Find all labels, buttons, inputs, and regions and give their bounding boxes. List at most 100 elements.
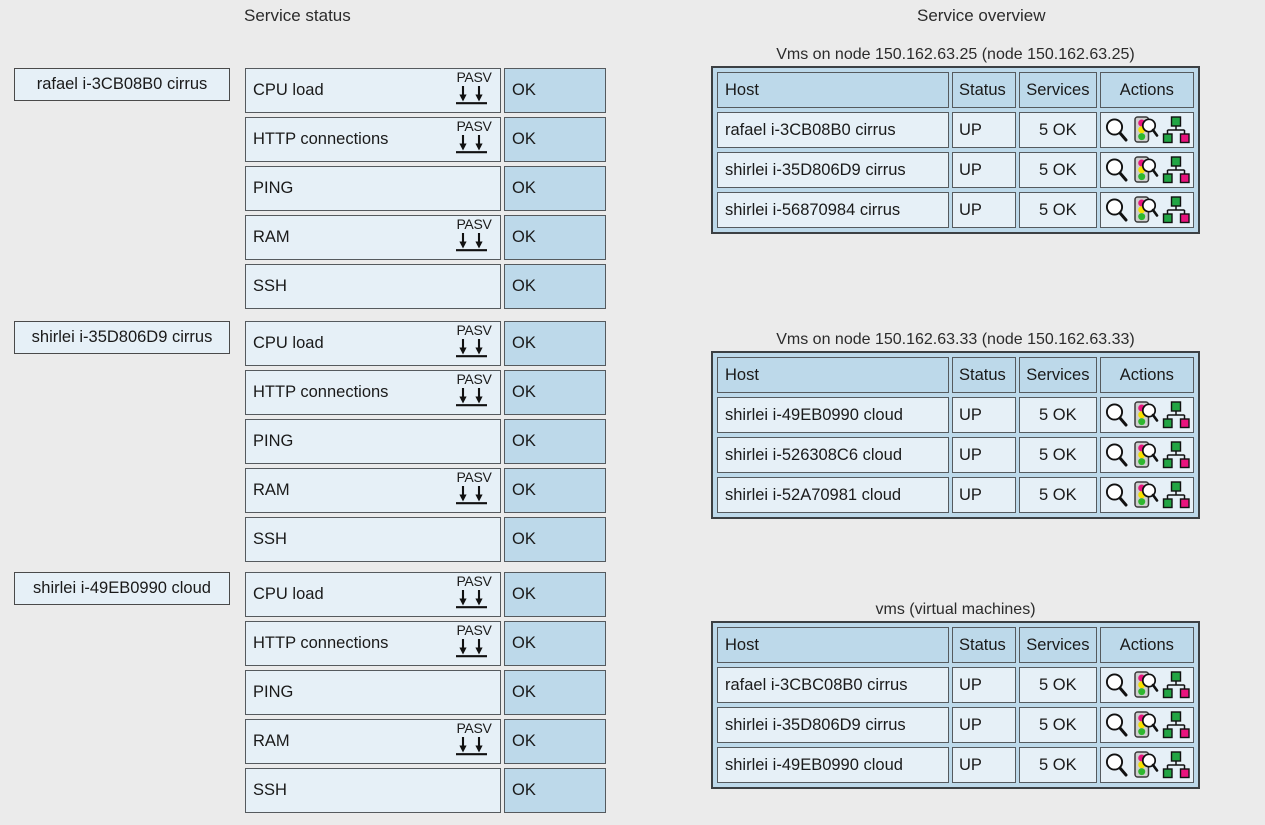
cell-host[interactable]: shirlei i-49EB0990 cloud: [717, 397, 950, 433]
service-name-cell[interactable]: SSH: [245, 264, 501, 309]
traffic-light-icon[interactable]: [1130, 195, 1160, 225]
cell-host[interactable]: shirlei i-35D806D9 cirrus: [717, 152, 950, 188]
magnifier-icon[interactable]: [1103, 401, 1129, 429]
magnifier-icon[interactable]: [1103, 116, 1129, 144]
service-state-cell[interactable]: OK: [504, 670, 606, 715]
magnifier-icon[interactable]: [1103, 196, 1129, 224]
host-label[interactable]: rafael i-3CB08B0 cirrus: [14, 68, 230, 101]
service-name-cell[interactable]: HTTP connections PASV: [245, 621, 501, 666]
overview-table: Host Status Services Actions rafael i-3CBC08…: [711, 621, 1200, 789]
magnifier-icon[interactable]: [1103, 481, 1129, 509]
traffic-light-icon[interactable]: [1130, 480, 1160, 510]
service-state-cell[interactable]: OK: [504, 370, 606, 415]
column-header-status[interactable]: Status: [952, 72, 1017, 108]
topology-tree-icon[interactable]: [1161, 480, 1191, 510]
column-header-actions[interactable]: Actions: [1099, 357, 1194, 393]
topology-tree-icon[interactable]: [1161, 750, 1191, 780]
traffic-light-icon[interactable]: [1130, 400, 1160, 430]
service-name-cell[interactable]: RAM PASV: [245, 468, 501, 513]
topology-tree-icon[interactable]: [1161, 710, 1191, 740]
cell-services: 5 OK: [1019, 397, 1097, 433]
cell-host[interactable]: shirlei i-52A70981 cloud: [717, 477, 950, 513]
column-header-host[interactable]: Host: [717, 72, 950, 108]
service-state-cell[interactable]: OK: [504, 621, 606, 666]
passive-check-badge: PASV: [450, 70, 498, 112]
cell-host[interactable]: shirlei i-56870984 cirrus: [717, 192, 950, 228]
service-state-cell[interactable]: OK: [504, 517, 606, 562]
cell-host[interactable]: shirlei i-49EB0990 cloud: [717, 747, 950, 783]
magnifier-icon[interactable]: [1103, 671, 1129, 699]
action-icon-group: [1101, 670, 1193, 700]
cell-host[interactable]: shirlei i-526308C6 cloud: [717, 437, 950, 473]
column-header-services[interactable]: Services: [1019, 357, 1097, 393]
column-header-status[interactable]: Status: [952, 627, 1017, 663]
service-name-cell[interactable]: CPU load PASV: [245, 321, 501, 366]
cell-status: UP: [952, 707, 1017, 743]
topology-tree-icon[interactable]: [1161, 155, 1191, 185]
service-name-cell[interactable]: SSH: [245, 517, 501, 562]
cell-host[interactable]: rafael i-3CB08B0 cirrus: [717, 112, 950, 148]
traffic-light-icon[interactable]: [1130, 155, 1160, 185]
service-name-cell[interactable]: PING: [245, 670, 501, 715]
host-label[interactable]: shirlei i-35D806D9 cirrus: [14, 321, 230, 354]
service-row: CPU load PASV OK: [245, 321, 606, 366]
table-header-row: Host Status Services Actions: [717, 627, 1194, 663]
service-name-cell[interactable]: HTTP connections PASV: [245, 117, 501, 162]
service-state-cell[interactable]: OK: [504, 768, 606, 813]
service-row: PING OK: [245, 670, 606, 715]
service-state-cell[interactable]: OK: [504, 264, 606, 309]
passive-check-arrows-icon: [456, 339, 487, 358]
service-name-cell[interactable]: CPU load PASV: [245, 68, 501, 113]
service-name-cell[interactable]: CPU load PASV: [245, 572, 501, 617]
passive-check-arrows-icon: [456, 86, 487, 105]
cell-host[interactable]: shirlei i-35D806D9 cirrus: [717, 707, 950, 743]
topology-tree-icon[interactable]: [1161, 670, 1191, 700]
column-header-host[interactable]: Host: [717, 627, 950, 663]
passive-check-label: PASV: [456, 371, 492, 387]
column-header-services[interactable]: Services: [1019, 72, 1097, 108]
service-name-cell[interactable]: RAM PASV: [245, 719, 501, 764]
service-state-cell[interactable]: OK: [504, 215, 606, 260]
action-icon-group: [1101, 155, 1193, 185]
column-header-status[interactable]: Status: [952, 357, 1017, 393]
host-label[interactable]: shirlei i-49EB0990 cloud: [14, 572, 230, 605]
service-name-cell[interactable]: PING: [245, 419, 501, 464]
traffic-light-icon[interactable]: [1130, 440, 1160, 470]
magnifier-icon[interactable]: [1103, 751, 1129, 779]
topology-tree-icon[interactable]: [1161, 400, 1191, 430]
cell-host[interactable]: rafael i-3CBC08B0 cirrus: [717, 667, 950, 703]
column-header-actions[interactable]: Actions: [1099, 627, 1194, 663]
magnifier-icon[interactable]: [1103, 441, 1129, 469]
service-state-cell[interactable]: OK: [504, 321, 606, 366]
service-state-cell[interactable]: OK: [504, 166, 606, 211]
service-name-label: SSH: [253, 277, 287, 295]
service-name-cell[interactable]: SSH: [245, 768, 501, 813]
magnifier-icon[interactable]: [1103, 711, 1129, 739]
cell-services: 5 OK: [1019, 112, 1097, 148]
magnifier-icon[interactable]: [1103, 156, 1129, 184]
service-name-cell[interactable]: HTTP connections PASV: [245, 370, 501, 415]
cell-services: 5 OK: [1019, 192, 1097, 228]
column-header-services[interactable]: Services: [1019, 627, 1097, 663]
column-header-actions[interactable]: Actions: [1099, 72, 1194, 108]
service-state-cell[interactable]: OK: [504, 419, 606, 464]
topology-tree-icon[interactable]: [1161, 440, 1191, 470]
column-header-host[interactable]: Host: [717, 357, 950, 393]
traffic-light-icon[interactable]: [1130, 750, 1160, 780]
service-name-cell[interactable]: PING: [245, 166, 501, 211]
traffic-light-icon[interactable]: [1130, 670, 1160, 700]
service-state-cell[interactable]: OK: [504, 719, 606, 764]
service-state-cell[interactable]: OK: [504, 117, 606, 162]
service-name-cell[interactable]: RAM PASV: [245, 215, 501, 260]
topology-tree-icon[interactable]: [1161, 115, 1191, 145]
cell-actions: [1099, 152, 1194, 188]
cell-status: UP: [952, 192, 1017, 228]
topology-tree-icon[interactable]: [1161, 195, 1191, 225]
service-state-cell[interactable]: OK: [504, 572, 606, 617]
traffic-light-icon[interactable]: [1130, 115, 1160, 145]
service-state-cell[interactable]: OK: [504, 68, 606, 113]
page-title-service-overview: Service overview: [917, 6, 1046, 25]
service-state-label: OK: [512, 585, 536, 603]
traffic-light-icon[interactable]: [1130, 710, 1160, 740]
service-state-cell[interactable]: OK: [504, 468, 606, 513]
